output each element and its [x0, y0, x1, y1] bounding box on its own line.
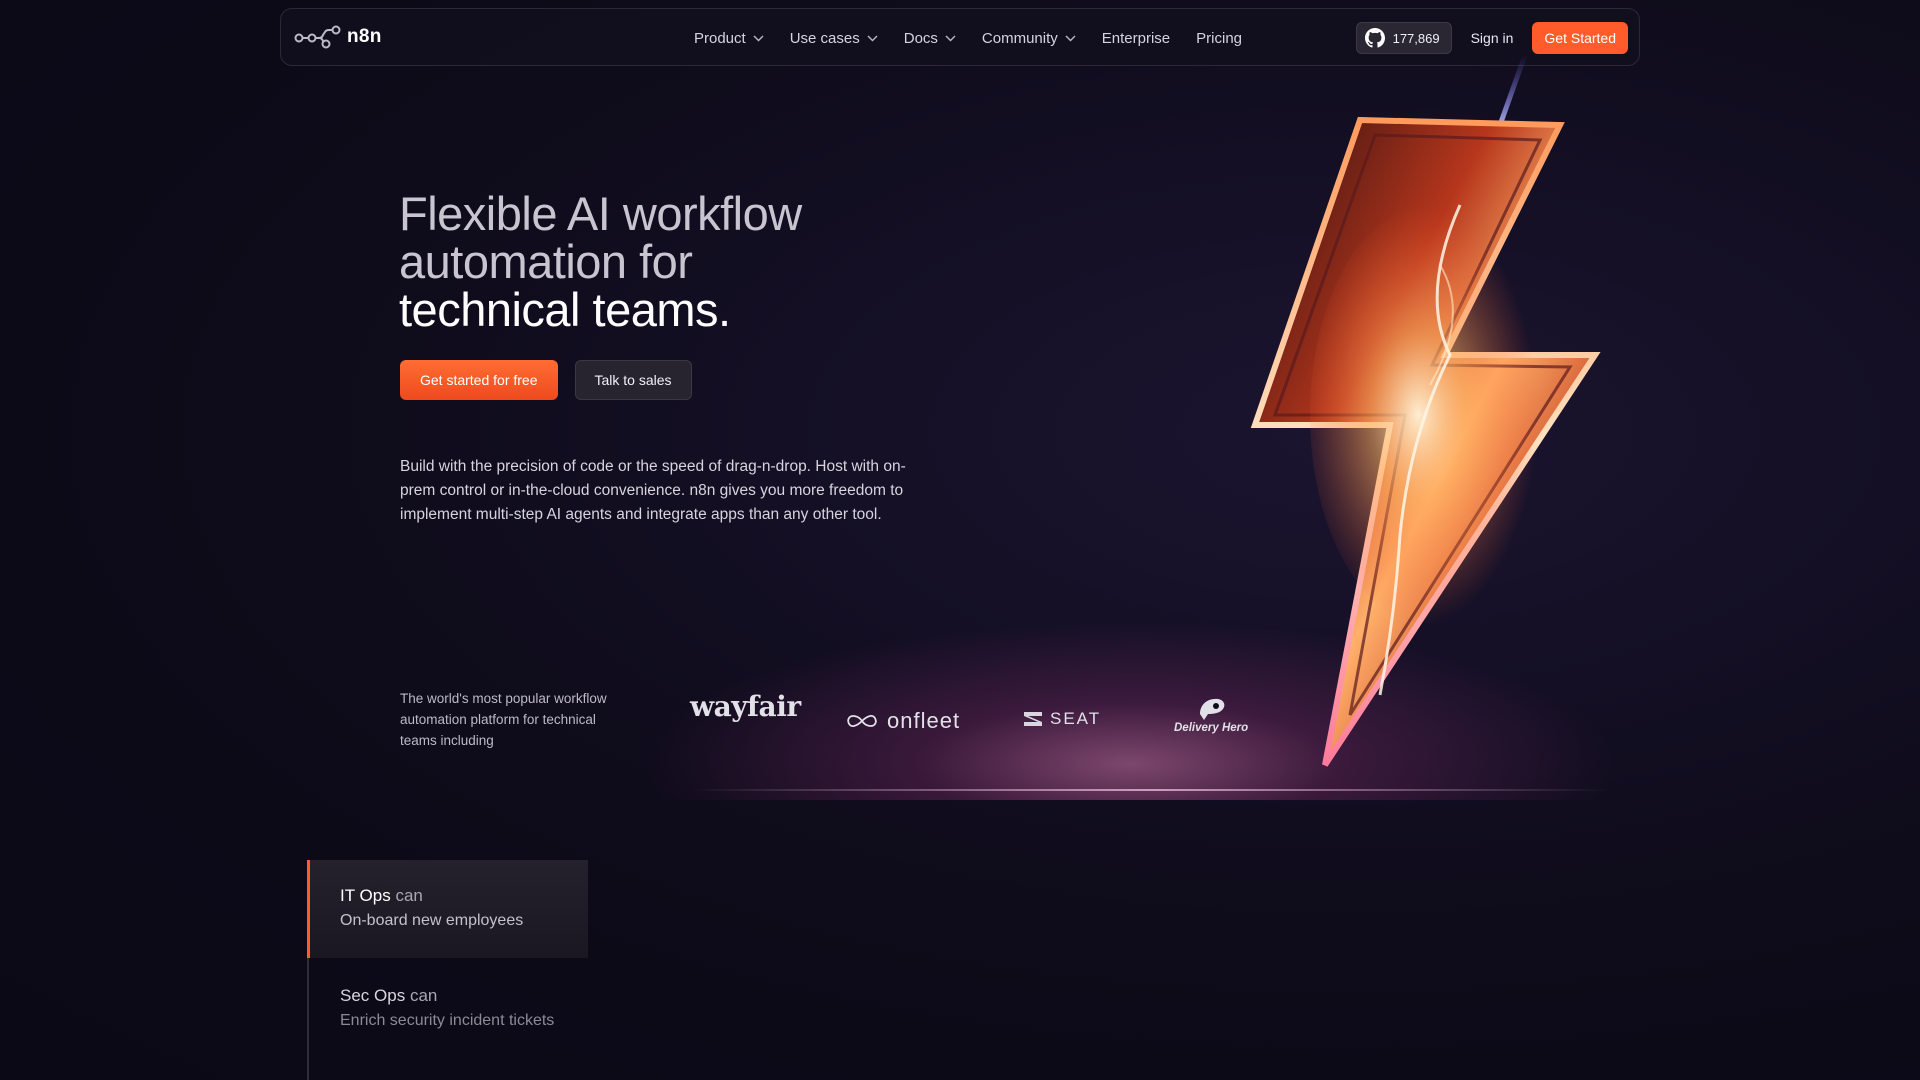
use-case-task: Enrich security incident tickets — [340, 1012, 555, 1029]
customer-logos: wayfair onfleet SEAT Delivery Hero — [690, 690, 1270, 750]
sign-in-link[interactable]: Sign in — [1471, 30, 1514, 46]
use-case-task: On-board new employees — [340, 912, 524, 929]
get-started-button[interactable]: Get Started — [1532, 22, 1628, 54]
use-case-can: can — [409, 986, 438, 1005]
nav-links: Product Use cases Docs Community Enterpr… — [694, 9, 1242, 67]
onfleet-logo: onfleet — [845, 708, 960, 734]
nav-use-cases-label: Use cases — [789, 29, 860, 47]
infinity-icon — [847, 715, 877, 727]
chevron-down-icon — [867, 35, 878, 41]
use-case-heading: IT Ops can — [340, 886, 588, 906]
delivery-hero-logo: Delivery Hero — [1174, 696, 1248, 734]
trusted-by-text: The world's most popular workflow automa… — [400, 691, 607, 748]
onfleet-logo-text: onfleet — [887, 708, 961, 733]
chevron-down-icon — [753, 35, 764, 41]
wayfair-logo: wayfair — [690, 690, 801, 723]
seat-emblem-icon — [1024, 712, 1042, 726]
use-case-team: IT Ops — [340, 886, 391, 905]
hero-title-line-1: Flexible AI workflow — [399, 187, 802, 240]
hero-cta-group: Get started for free Talk to sales — [400, 360, 692, 400]
hero-description: Build with the precision of code or the … — [400, 458, 906, 523]
logo-text: n8n — [347, 26, 382, 47]
floor-line — [690, 789, 1610, 791]
use-case-team: Sec Ops — [340, 986, 406, 1005]
nav-community-label: Community — [981, 29, 1058, 47]
nav-docs-label: Docs — [903, 29, 938, 47]
logo[interactable]: n8n — [294, 24, 382, 50]
chevron-down-icon — [945, 35, 956, 41]
seat-logo: SEAT — [1022, 709, 1101, 729]
use-case-can: can — [395, 886, 423, 905]
github-stars-count: 177,869 — [1392, 30, 1440, 46]
nav-community[interactable]: Community — [982, 30, 1076, 47]
hero-title: Flexible AI workflow automation for tech… — [399, 190, 959, 334]
talk-to-sales-button[interactable]: Talk to sales — [574, 360, 692, 400]
wayfair-logo-text: wayfair — [690, 690, 801, 723]
get-started-free-button[interactable]: Get started for free — [400, 360, 558, 400]
nav-product[interactable]: Product — [694, 30, 764, 47]
use-case-item-sec-ops[interactable]: Sec Ops can Enrich security incident tic… — [307, 960, 588, 1058]
delivery-hero-icon — [1200, 698, 1225, 720]
nav-docs[interactable]: Docs — [904, 30, 956, 47]
nav-pricing[interactable]: Pricing — [1196, 30, 1242, 47]
github-stars-button[interactable]: 177,869 — [1355, 22, 1452, 54]
seat-logo-text: SEAT — [1050, 709, 1102, 728]
nav-enterprise[interactable]: Enterprise — [1102, 30, 1170, 47]
use-case-item-it-ops[interactable]: IT Ops can On-board new employees — [307, 860, 588, 958]
lightning-bolt-icon — [1250, 55, 1601, 767]
use-case-heading: Sec Ops can — [340, 986, 588, 1006]
delivery-hero-logo-text: Delivery Hero — [1174, 722, 1249, 734]
chevron-down-icon — [1065, 35, 1076, 41]
hero-title-line-3: technical teams. — [399, 283, 731, 336]
page: n8n Product Use cases Docs Community Ent… — [0, 0, 1920, 1080]
nav-use-cases[interactable]: Use cases — [790, 30, 878, 47]
hero-title-line-2: automation for — [399, 235, 693, 288]
github-icon — [1364, 28, 1385, 48]
nav-product-label: Product — [694, 29, 746, 47]
n8n-logo-icon — [294, 25, 341, 49]
